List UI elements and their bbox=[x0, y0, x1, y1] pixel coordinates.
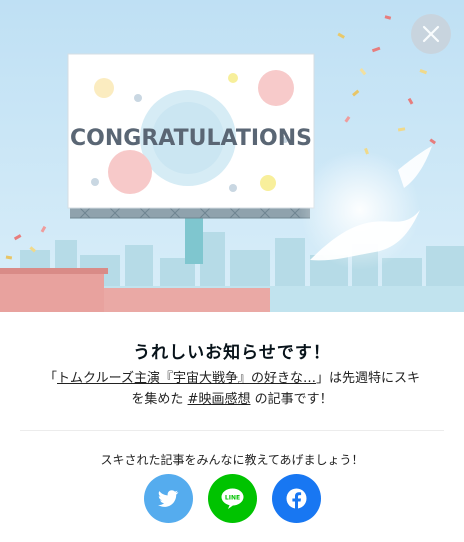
line-share-button[interactable]: LINE bbox=[208, 474, 257, 523]
notice-content: うれしいお知らせです！ 「トムクルーズ主演『宇宙大戦争』の好きな…」は先週特にス… bbox=[0, 312, 464, 542]
divider bbox=[20, 430, 444, 431]
article-link[interactable]: トムクルーズ主演『宇宙大戦争』の好きな… bbox=[57, 371, 316, 386]
billboard-text: CONGRATULATIONS bbox=[70, 126, 312, 151]
hashtag-link[interactable]: #映画感想 bbox=[188, 392, 251, 407]
share-buttons: LINE bbox=[0, 474, 464, 524]
message-end: の記事です！ bbox=[254, 392, 333, 407]
notice-message: 「トムクルーズ主演『宇宙大戦争』の好きな…」は先週特にスキを集めた #映画感想 … bbox=[40, 368, 424, 410]
facebook-share-button[interactable] bbox=[272, 474, 321, 523]
twitter-icon bbox=[158, 490, 179, 507]
close-button[interactable] bbox=[411, 14, 451, 54]
line-icon: LINE bbox=[221, 488, 244, 509]
congratulations-illustration: CONGRATULATIONS bbox=[0, 0, 464, 312]
notice-title: うれしいお知らせです！ bbox=[133, 343, 331, 363]
congratulations-modal: CONGRATULATIONS うれしいお知らせです！ 「トムクルーズ主演『宇宙… bbox=[0, 0, 464, 542]
facebook-icon bbox=[286, 488, 307, 509]
twitter-share-button[interactable] bbox=[144, 474, 193, 523]
line-label: LINE bbox=[225, 495, 240, 502]
close-icon bbox=[422, 25, 440, 43]
share-prompt: スキされた記事をみんなに教えてあげましょう！ bbox=[100, 453, 364, 467]
quote-open: 「 bbox=[44, 371, 58, 386]
